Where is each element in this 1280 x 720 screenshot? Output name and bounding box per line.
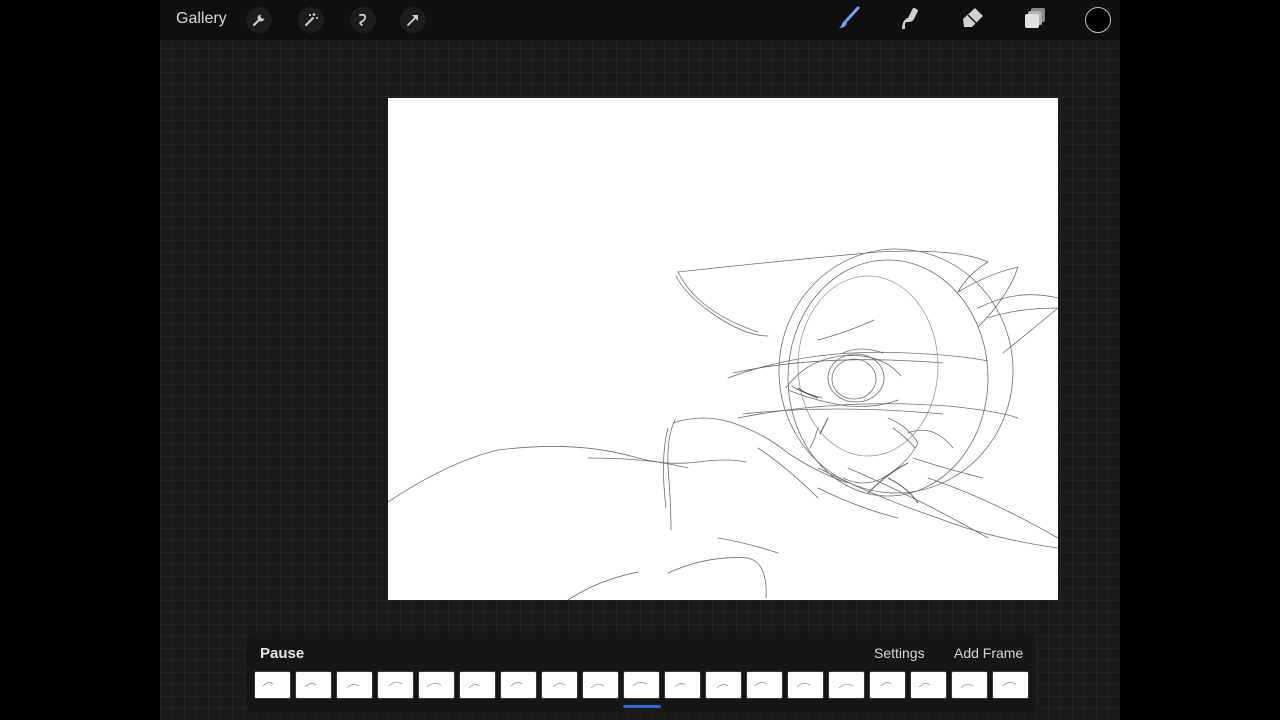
sketch-drawing [388, 248, 1058, 600]
timeline-frame[interactable] [377, 671, 414, 699]
brush-button[interactable] [835, 6, 863, 34]
transform-arrow-icon [405, 12, 421, 28]
adjustments-button[interactable] [298, 7, 324, 33]
timeline-frame[interactable] [869, 671, 906, 699]
timeline-frame[interactable] [295, 671, 332, 699]
selection-button[interactable] [350, 7, 376, 33]
transform-button[interactable] [400, 7, 426, 33]
timeline-frame[interactable] [623, 671, 660, 699]
timeline-frame[interactable] [254, 671, 291, 699]
selection-icon [355, 12, 371, 28]
animation-assist-panel: Pause Settings Add Frame [246, 633, 1036, 713]
timeline-frame[interactable] [746, 671, 783, 699]
timeline-frame[interactable] [582, 671, 619, 699]
add-frame-button[interactable]: Add Frame [954, 645, 1023, 661]
current-frame-indicator [623, 705, 661, 708]
timeline-frame[interactable] [459, 671, 496, 699]
timeline-frame[interactable] [418, 671, 455, 699]
eraser-icon [960, 5, 986, 36]
timeline-frame[interactable] [705, 671, 742, 699]
gallery-button[interactable]: Gallery [176, 10, 227, 28]
actions-button[interactable] [246, 7, 272, 33]
wrench-icon [251, 12, 267, 28]
drawing-canvas[interactable] [388, 98, 1058, 600]
brush-icon [836, 5, 862, 36]
timeline-frame[interactable] [541, 671, 578, 699]
top-toolbar: Gallery [160, 0, 1120, 40]
timeline-frame[interactable] [500, 671, 537, 699]
pause-button[interactable]: Pause [260, 645, 304, 662]
timeline-frame[interactable] [664, 671, 701, 699]
timeline-frame[interactable] [828, 671, 865, 699]
timeline-frame[interactable] [992, 671, 1029, 699]
layers-button[interactable] [1021, 6, 1049, 34]
timeline-frame[interactable] [910, 671, 947, 699]
timeline-frame[interactable] [336, 671, 373, 699]
procreate-app: Gallery Pause Settings Add Frame [160, 0, 1120, 720]
magic-wand-icon [303, 12, 319, 28]
animation-settings-button[interactable]: Settings [874, 645, 925, 661]
timeline-frame[interactable] [951, 671, 988, 699]
layers-icon [1022, 5, 1048, 36]
eraser-button[interactable] [959, 6, 987, 34]
smudge-icon [898, 5, 924, 36]
timeline-frame[interactable] [787, 671, 824, 699]
smudge-button[interactable] [897, 6, 925, 34]
color-picker-button[interactable] [1085, 7, 1111, 33]
